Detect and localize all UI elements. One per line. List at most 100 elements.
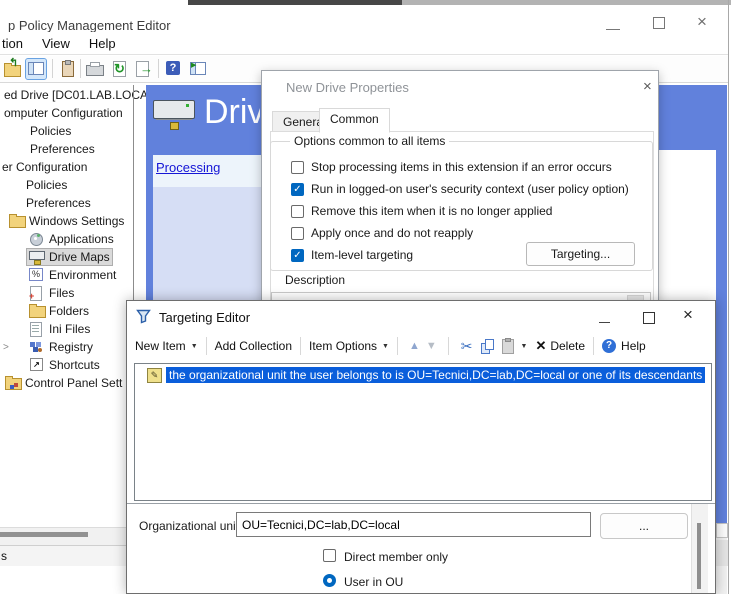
main-window-right-edge [728,0,729,594]
tree-item-label: Shortcuts [49,358,100,372]
option-row: ✓Run in logged-on user's security contex… [291,178,621,200]
tree-item-environment[interactable]: Environment [0,266,132,284]
pane-banner-title: Drive [204,93,260,132]
cut-icon[interactable]: ✂ [461,338,473,355]
back-folder-icon[interactable]: ↰ [3,59,23,79]
pane-divider [127,503,715,504]
expander-icon[interactable]: > [3,342,9,353]
targeting-toolbar: New Item ▼ Add Collection Item Options ▼… [127,331,715,361]
help-button[interactable]: Help [621,339,646,353]
add-collection-button[interactable]: Add Collection [215,339,292,353]
pane-scrollbar-fragment-2 [716,540,728,566]
tree-item-ed-drive-dc01-lab-loca[interactable]: ed Drive [DC01.LAB.LOCA [0,86,132,104]
tree-item-shortcuts[interactable]: Shortcuts [0,356,132,374]
refresh-icon[interactable]: ↻ [110,59,130,79]
help-icon[interactable]: ? [164,59,184,79]
checkbox[interactable] [291,227,304,240]
toolbar-separator [397,337,398,355]
org-unit-input[interactable] [236,512,591,537]
help-icon[interactable]: ? [602,339,616,353]
targeting-item-text: the organizational unit the user belongs… [166,367,705,383]
minimize-icon[interactable] [606,15,620,30]
tree-item-label: Ini Files [49,322,90,336]
tree-item-control-panel-sett[interactable]: Control Panel Sett [0,374,132,392]
tree-item-preferences[interactable]: Preferences [0,194,132,212]
option-label: Stop processing items in this extension … [311,160,612,174]
org-unit-label: Organizational unit [139,519,239,533]
targeting-editor-dialog: Targeting Editor × New Item ▼ Add Collec… [126,300,716,594]
checkbox[interactable] [291,161,304,174]
option-row: Apply once and do not reapply [291,222,621,244]
delete-button[interactable]: Delete [550,339,585,353]
toolbar-separator [448,337,449,355]
menu-help[interactable]: Help [89,36,116,51]
menu-action[interactable]: tion [2,36,23,51]
copy-icon[interactable] [481,339,494,354]
bottom-pane-scrollbar[interactable] [691,504,708,593]
checkbox[interactable]: ✓ [291,249,304,262]
targeting-item-row[interactable]: ✎ the organizational unit the user belon… [135,366,711,384]
tree-item-policies[interactable]: Policies [0,122,132,140]
paste-chevron-icon[interactable]: ▼ [521,343,528,350]
toolbar-separator [52,59,53,78]
tree-item-files[interactable]: Files [0,284,132,302]
move-up-icon[interactable]: ▲ [409,340,420,352]
tree-item-omputer-configuration[interactable]: omputer Configuration [0,104,132,122]
menu-view[interactable]: View [42,36,70,51]
new-item-label: New Item [135,339,186,353]
close-icon[interactable]: × [697,13,707,30]
ini-icon [29,322,46,336]
move-down-icon[interactable]: ▼ [426,340,437,352]
tree-item-ini-files[interactable]: Ini Files [0,320,132,338]
minimize-icon[interactable] [599,311,610,323]
dialog-title: New Drive Properties [286,80,409,95]
tree-item-label: Applications [49,232,114,246]
close-icon[interactable]: × [643,78,652,95]
funnel-icon [136,309,151,327]
print-icon[interactable] [85,59,105,79]
checkbox[interactable]: ✓ [291,183,304,196]
tree-item-er-configuration[interactable]: er Configuration [0,158,132,176]
tree-item-label: Environment [49,268,116,282]
tree-item-folders[interactable]: Folders [0,302,132,320]
tree-item-drive-maps[interactable]: Drive Maps [0,248,132,266]
close-icon[interactable]: × [683,305,693,325]
description-label: Description [285,273,345,287]
tree-item-applications[interactable]: Applications [0,230,132,248]
export-list-icon[interactable]: → [133,59,153,79]
tree-item-label: er Configuration [2,160,87,174]
user-in-ou-radio[interactable] [323,574,336,587]
tree-item-policies[interactable]: Policies [0,176,132,194]
tree-item-preferences[interactable]: Preferences [0,140,132,158]
files-icon [29,286,46,300]
checkbox[interactable] [291,205,304,218]
maximize-icon[interactable] [653,17,665,29]
window-title: p Policy Management Editor [8,18,171,33]
pane-scrollbar-fragment [716,523,728,538]
toolbar-separator [300,337,301,355]
tree-item-registry[interactable]: >Registry [0,338,132,356]
tab-common[interactable]: Common [319,108,390,133]
tree-item-label: Policies [26,178,67,192]
tree-item-windows-settings[interactable]: Windows Settings [0,212,132,230]
tree-scrollbar-thumb[interactable] [0,532,88,537]
toolbar-separator [593,337,594,355]
user-in-ou-label: User in OU [344,575,403,589]
clipboard-icon[interactable] [58,59,78,79]
processing-link[interactable]: Processing [156,160,220,175]
delete-x-icon[interactable]: ✕ [535,338,546,354]
targeting-button[interactable]: Targeting... [526,242,635,266]
item-options-button[interactable]: Item Options ▼ [309,339,389,353]
processing-panel-header: Processing [153,155,261,187]
paste-icon[interactable] [502,339,514,354]
new-item-button[interactable]: New Item ▼ [135,339,198,353]
console-tree-toggle-icon[interactable] [26,59,46,79]
tree-item-label: Preferences [26,196,91,210]
scrollbar-thumb[interactable] [697,523,701,589]
maximize-icon[interactable] [643,312,655,324]
show-window-icon[interactable]: ▶ [188,59,208,79]
browse-button[interactable]: ... [600,513,688,539]
folder-icon [9,214,26,228]
menubar: tion View Help [0,32,728,55]
direct-member-checkbox[interactable] [323,549,336,562]
